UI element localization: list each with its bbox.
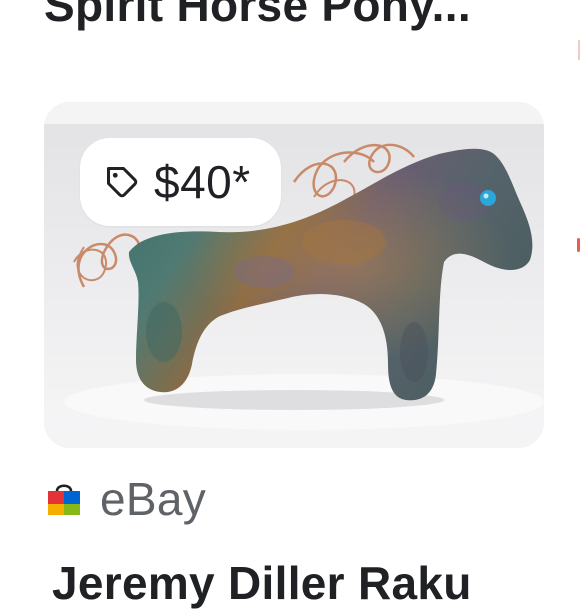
result-title-top[interactable]: Spirit Horse Pony... [44, 0, 471, 32]
tag-icon [104, 164, 140, 200]
price-label: $40* [154, 156, 251, 208]
ebay-bag-icon [44, 479, 84, 519]
result-title-bottom[interactable]: Jeremy Diller Raku [52, 556, 472, 610]
price-chip: $40* [80, 138, 281, 226]
source-name[interactable]: eBay [100, 472, 206, 526]
source-row[interactable]: eBay [44, 472, 206, 526]
